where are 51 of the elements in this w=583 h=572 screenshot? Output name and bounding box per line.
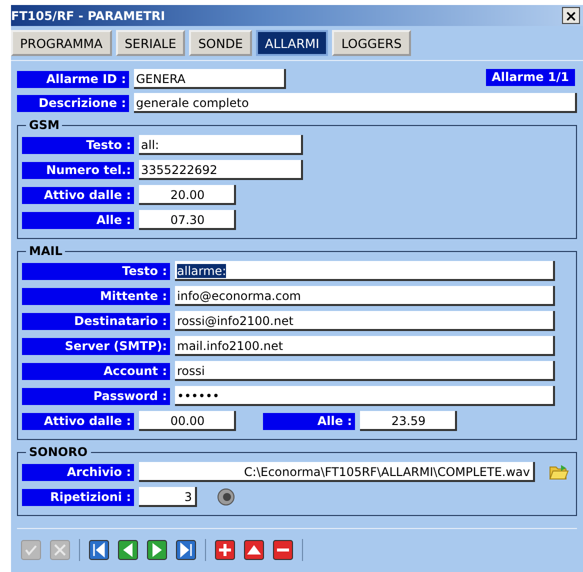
input-field[interactable]: 00.00 bbox=[139, 411, 236, 431]
tab[interactable]: SERIALE bbox=[116, 30, 186, 56]
field-label: Testo : bbox=[22, 262, 170, 280]
field-label: Descrizione : bbox=[17, 94, 129, 112]
field-label: Destinatario : bbox=[22, 312, 170, 330]
input-field[interactable]: mail.info2100.net bbox=[175, 336, 555, 356]
input-field[interactable]: 3355222692 bbox=[139, 160, 303, 180]
last-record-button[interactable] bbox=[176, 540, 196, 560]
field-label: Ripetizioni : bbox=[22, 488, 134, 506]
field-label: Password : bbox=[22, 388, 170, 404]
tab[interactable]: ALLARMI bbox=[256, 30, 328, 56]
field-label: Attivo dalle : bbox=[22, 186, 134, 204]
speaker-icon[interactable] bbox=[216, 487, 236, 507]
field-label: Testo : bbox=[22, 136, 134, 154]
record-counter: Allarme 1/1 bbox=[486, 69, 575, 86]
field-label: Numero tel.: bbox=[22, 162, 134, 178]
next-button[interactable] bbox=[147, 540, 167, 560]
input-field[interactable]: generale completo bbox=[134, 93, 577, 113]
group-title: SONORO bbox=[26, 445, 91, 459]
input-field[interactable]: 23.59 bbox=[360, 411, 457, 431]
tab[interactable]: SONDE bbox=[189, 30, 252, 56]
tab[interactable]: LOGGERS bbox=[332, 30, 411, 56]
input-field[interactable]: 20.00 bbox=[139, 185, 236, 205]
add-button[interactable] bbox=[215, 540, 235, 560]
field-label: Archivio : bbox=[22, 464, 134, 480]
previous-button[interactable] bbox=[118, 540, 138, 560]
input-field[interactable]: rossi bbox=[175, 361, 555, 381]
tab[interactable]: PROGRAMMA bbox=[11, 30, 112, 56]
input-field[interactable]: 3 bbox=[139, 487, 197, 507]
group-title: MAIL bbox=[26, 244, 66, 258]
move-up-button[interactable] bbox=[244, 540, 264, 560]
input-field[interactable]: info@econorma.com bbox=[175, 286, 555, 306]
remove-button[interactable] bbox=[273, 540, 293, 560]
input-field[interactable]: GENERA bbox=[134, 69, 286, 89]
close-button[interactable]: × bbox=[562, 7, 580, 24]
field-label: Alle : bbox=[263, 412, 355, 430]
first-record-button[interactable] bbox=[89, 540, 109, 560]
field-label: Allarme ID : bbox=[17, 70, 129, 88]
input-field[interactable]: all: bbox=[139, 135, 303, 155]
field-label: Attivo dalle : bbox=[22, 412, 134, 430]
field-label: Alle : bbox=[22, 212, 134, 228]
field-label: Account : bbox=[22, 362, 170, 380]
input-field[interactable]: •••••• bbox=[175, 386, 555, 406]
input-field[interactable]: allarme: bbox=[175, 261, 555, 281]
group-title: GSM bbox=[26, 118, 62, 132]
window-title: FT105/RF - PARAMETRI bbox=[11, 8, 166, 22]
field-label: Server (SMTP): bbox=[22, 338, 170, 354]
input-field[interactable]: rossi@info2100.net bbox=[175, 311, 555, 331]
input-field[interactable]: C:\Econorma\FT105RF\ALLARMI\COMPLETE.wav bbox=[139, 462, 535, 482]
input-field[interactable]: 07.30 bbox=[139, 210, 236, 230]
field-label: Mittente : bbox=[22, 288, 170, 304]
